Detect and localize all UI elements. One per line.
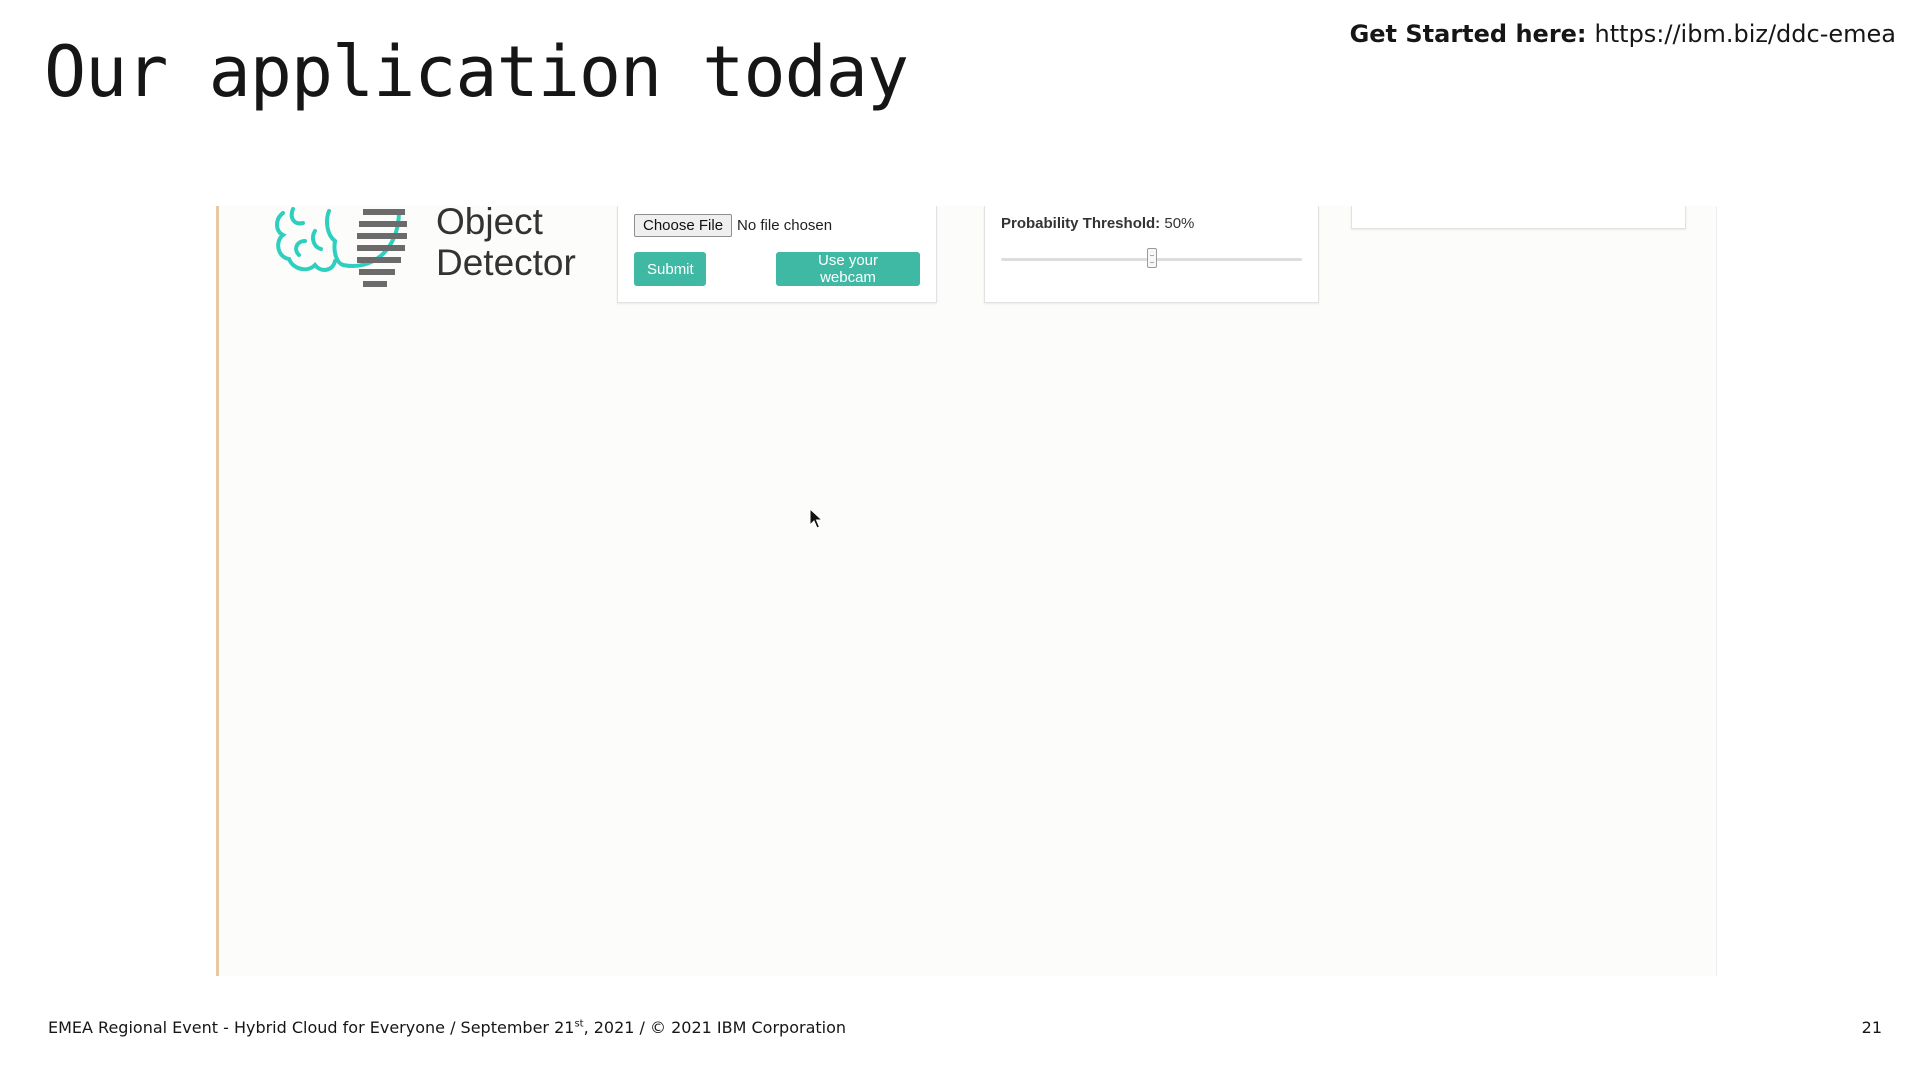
- footer-suffix: , 2021 / © 2021 IBM Corporation: [583, 1018, 847, 1037]
- get-started-url[interactable]: https://ibm.biz/ddc-emea: [1595, 20, 1896, 48]
- app-screenshot: Object Detector Choose File No file chos…: [216, 206, 1717, 976]
- app-logo-text: Object Detector: [436, 206, 576, 283]
- get-started-banner: Get Started here: https://ibm.biz/ddc-eme…: [1350, 20, 1896, 48]
- brain-stripes-logo-icon: [275, 207, 407, 287]
- threshold-label: Probability Threshold: 50%: [1001, 215, 1194, 232]
- logo-line-2: Detector: [436, 242, 576, 283]
- upload-card: Choose File No file chosen Submit Use yo…: [617, 206, 937, 303]
- file-input: Choose File No file chosen: [634, 214, 832, 237]
- footer-prefix: EMEA Regional Event - Hybrid Cloud for E…: [48, 1018, 575, 1037]
- choose-file-button[interactable]: Choose File: [634, 214, 733, 237]
- use-webcam-button[interactable]: Use your webcam: [776, 252, 920, 286]
- file-status-text: No file chosen: [737, 217, 833, 234]
- slider-handle[interactable]: [1146, 248, 1157, 268]
- footer-sup: st: [574, 1018, 584, 1030]
- threshold-card: Probability Threshold: 50%: [984, 206, 1319, 303]
- slide-footer: EMEA Regional Event - Hybrid Cloud for E…: [48, 1018, 846, 1037]
- threshold-label-text: Probability Threshold:: [1001, 215, 1161, 232]
- submit-button[interactable]: Submit: [634, 252, 706, 286]
- threshold-value: 50%: [1164, 215, 1195, 232]
- mouse-pointer-icon: [809, 508, 823, 529]
- slide-title: Our application today: [44, 31, 909, 113]
- get-started-label: Get Started here:: [1349, 20, 1587, 48]
- app-logo: Object Detector: [271, 206, 591, 301]
- slide: Our application today Get Started here: h…: [0, 0, 1920, 1080]
- threshold-slider[interactable]: [1001, 248, 1302, 268]
- page-number: 21: [1861, 1018, 1882, 1037]
- results-card: [1351, 206, 1686, 229]
- logo-line-1: Object: [436, 206, 543, 242]
